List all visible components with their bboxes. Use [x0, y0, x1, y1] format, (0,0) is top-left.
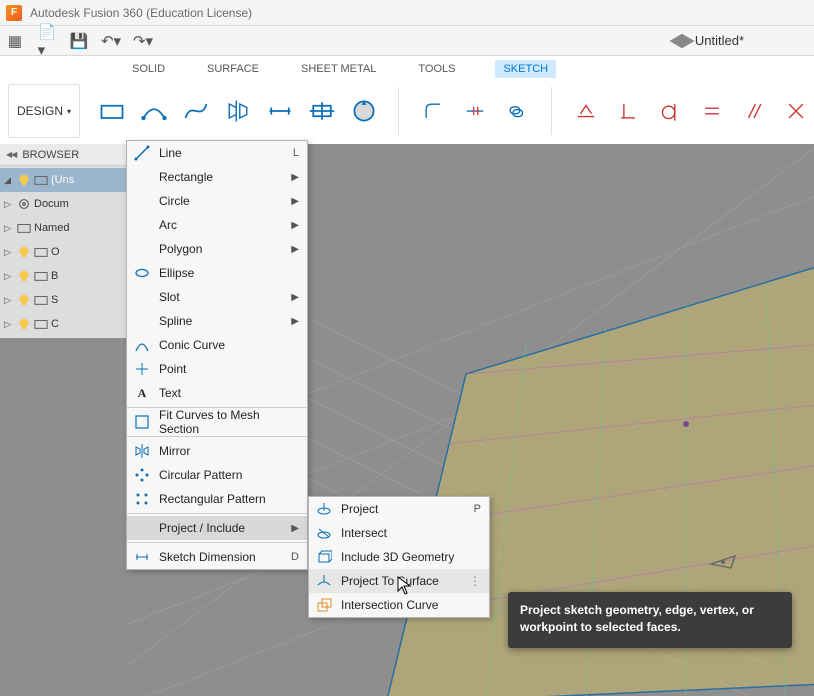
fillet-tool-icon[interactable] — [415, 89, 451, 133]
menu-polygon[interactable]: Polygon▶ — [127, 237, 307, 261]
menu-slot[interactable]: Slot▶ — [127, 285, 307, 309]
spline-tool-icon[interactable] — [178, 89, 214, 133]
menu-circular-pattern[interactable]: Circular Pattern — [127, 463, 307, 487]
tree-item[interactable]: ▷Named — [0, 216, 126, 240]
tree-item[interactable]: ▷S — [0, 288, 126, 312]
submenu-project[interactable]: ProjectP — [309, 497, 489, 521]
constraint-sym-icon[interactable] — [778, 89, 814, 133]
line-tool-icon[interactable] — [94, 89, 130, 133]
ribbon-tools — [94, 78, 814, 144]
constraint-perp-icon[interactable] — [610, 89, 646, 133]
intersect-icon — [315, 524, 333, 542]
document-title[interactable]: Untitled* — [675, 33, 744, 48]
tree-item[interactable]: ▷B — [0, 264, 126, 288]
constraint-horiz-icon[interactable] — [568, 89, 604, 133]
mouse-cursor — [397, 576, 413, 601]
trim-tool-icon[interactable] — [457, 89, 493, 133]
submenu-intersect[interactable]: Intersect — [309, 521, 489, 545]
tree-item[interactable]: ▷O — [0, 240, 126, 264]
rect-pattern-icon — [133, 490, 151, 508]
arc-tool-icon[interactable] — [136, 89, 172, 133]
submenu-include-3d[interactable]: Include 3D Geometry — [309, 545, 489, 569]
create-menu: Line L Rectangle▶ Circle▶ Arc▶ Polygon▶ … — [126, 140, 308, 570]
menu-text[interactable]: AText — [127, 381, 307, 405]
tooltip-text: Project sketch geometry, edge, vertex, o… — [520, 602, 780, 636]
menu-sketch-dimension[interactable]: Sketch DimensionD — [127, 545, 307, 569]
include-3d-icon — [315, 548, 333, 566]
mesh-icon — [133, 413, 151, 431]
project-icon — [315, 500, 333, 518]
tooltip: Project sketch geometry, edge, vertex, o… — [508, 592, 792, 648]
title-bar: F Autodesk Fusion 360 (Education License… — [0, 0, 814, 26]
tab-sheet-metal[interactable]: SHEET METAL — [299, 60, 378, 78]
menu-arc[interactable]: Arc▶ — [127, 213, 307, 237]
tab-sketch[interactable]: SKETCH — [495, 60, 556, 78]
menu-fit-curves[interactable]: Fit Curves to Mesh Section — [127, 410, 307, 434]
file-menu-icon[interactable]: 📄▾ — [38, 32, 56, 50]
cube-icon — [669, 33, 694, 47]
browser-tree: ◢ (Uns ▷Docum ▷Named ▷O ▷B ▷S ▷C — [0, 166, 126, 338]
ellipse-icon — [133, 264, 151, 282]
menu-circle[interactable]: Circle▶ — [127, 189, 307, 213]
menu-project-include[interactable]: Project / Include▶ — [127, 516, 307, 540]
undo-icon[interactable]: ↶▾ — [102, 32, 120, 50]
menu-conic[interactable]: Conic Curve — [127, 333, 307, 357]
tab-solid[interactable]: SOLID — [130, 60, 167, 78]
circ-pattern-icon — [133, 466, 151, 484]
menu-mirror[interactable]: Mirror — [127, 439, 307, 463]
menu-line[interactable]: Line L — [127, 141, 307, 165]
constraint-equal-icon[interactable] — [694, 89, 730, 133]
project-surface-icon — [315, 572, 333, 590]
constraint-tangent-icon[interactable] — [652, 89, 688, 133]
text-icon: A — [133, 384, 151, 402]
save-icon[interactable]: 💾 — [70, 32, 88, 50]
browser-panel: BROWSER ◢ (Uns ▷Docum ▷Named ▷O ▷B ▷S ▷C — [0, 144, 126, 338]
tree-item[interactable]: ▷C — [0, 312, 126, 336]
app-title: Autodesk Fusion 360 (Education License) — [30, 6, 252, 20]
line-icon — [133, 144, 151, 162]
intersection-curve-icon — [315, 596, 333, 614]
ribbon-tabs: SOLID SURFACE SHEET METAL TOOLS SKETCH — [0, 56, 814, 78]
dimension-tool-icon[interactable] — [262, 89, 298, 133]
tree-root[interactable]: ◢ (Uns — [0, 168, 126, 192]
menu-spline[interactable]: Spline▶ — [127, 309, 307, 333]
dimension-icon — [133, 548, 151, 566]
menu-ellipse[interactable]: Ellipse — [127, 261, 307, 285]
tree-item[interactable]: ▷Docum — [0, 192, 126, 216]
menu-point[interactable]: Point — [127, 357, 307, 381]
mirror-tool-icon[interactable] — [220, 89, 256, 133]
point-icon — [133, 360, 151, 378]
circle-tool-icon[interactable] — [346, 89, 382, 133]
offset-tool-icon[interactable] — [499, 89, 535, 133]
point-tool-icon[interactable] — [304, 89, 340, 133]
browser-header[interactable]: BROWSER — [0, 144, 126, 166]
apps-grid-icon[interactable]: ▦ — [6, 32, 24, 50]
design-workspace-button[interactable]: DESIGN — [8, 84, 80, 138]
file-bar: ▦ 📄▾ 💾 ↶▾ ↷▾ Untitled* — [0, 26, 814, 56]
tab-tools[interactable]: TOOLS — [416, 60, 457, 78]
conic-icon — [133, 336, 151, 354]
menu-rectangle[interactable]: Rectangle▶ — [127, 165, 307, 189]
app-icon: F — [6, 5, 22, 21]
mirror-icon — [133, 442, 151, 460]
menu-rectangular-pattern[interactable]: Rectangular Pattern — [127, 487, 307, 511]
redo-icon[interactable]: ↷▾ — [134, 32, 152, 50]
tab-surface[interactable]: SURFACE — [205, 60, 261, 78]
constraint-parallel-icon[interactable] — [736, 89, 772, 133]
